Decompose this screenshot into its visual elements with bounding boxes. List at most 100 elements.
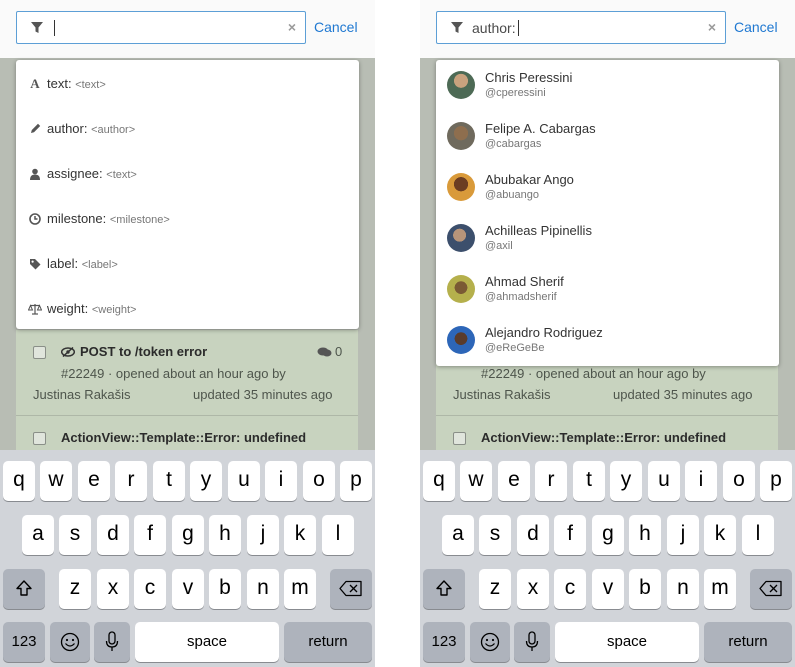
- key-w[interactable]: w: [40, 461, 72, 501]
- search-text: author:: [472, 20, 519, 36]
- cancel-button[interactable]: Cancel: [734, 19, 778, 35]
- key-c[interactable]: c: [554, 569, 586, 609]
- key-g[interactable]: g: [172, 515, 204, 555]
- text-icon: A: [30, 76, 40, 91]
- cancel-button[interactable]: Cancel: [314, 19, 358, 35]
- return-key[interactable]: return: [704, 622, 792, 662]
- key-n[interactable]: n: [247, 569, 279, 609]
- issue-title[interactable]: ActionView::Template::Error: undefined: [481, 430, 726, 445]
- hint-item[interactable]: label: <label>: [16, 241, 359, 286]
- numbers-key[interactable]: 123: [3, 622, 45, 662]
- key-h[interactable]: h: [209, 515, 241, 555]
- key-m[interactable]: m: [284, 569, 316, 609]
- key-i[interactable]: i: [265, 461, 297, 501]
- key-j[interactable]: j: [667, 515, 699, 555]
- tag-icon: [30, 259, 41, 270]
- key-l[interactable]: l: [742, 515, 774, 555]
- key-p[interactable]: p: [340, 461, 372, 501]
- key-b[interactable]: b: [629, 569, 661, 609]
- hint-item[interactable]: A text: <text>: [16, 61, 359, 106]
- key-r[interactable]: r: [115, 461, 147, 501]
- mic-key[interactable]: [94, 622, 130, 662]
- key-i[interactable]: i: [685, 461, 717, 501]
- key-k[interactable]: k: [284, 515, 316, 555]
- numbers-key[interactable]: 123: [423, 622, 465, 662]
- key-v[interactable]: v: [592, 569, 624, 609]
- backspace-key[interactable]: [750, 569, 792, 609]
- backspace-key[interactable]: [330, 569, 372, 609]
- key-o[interactable]: o: [303, 461, 335, 501]
- emoji-key[interactable]: [470, 622, 510, 662]
- key-x[interactable]: x: [517, 569, 549, 609]
- user-item[interactable]: Chris Peressini @cperessini: [436, 60, 779, 111]
- key-v[interactable]: v: [172, 569, 204, 609]
- key-a[interactable]: a: [442, 515, 474, 555]
- key-x[interactable]: x: [97, 569, 129, 609]
- key-g[interactable]: g: [592, 515, 624, 555]
- search-input[interactable]: author: ×: [436, 11, 726, 44]
- key-s[interactable]: s: [479, 515, 511, 555]
- filter-icon: [31, 22, 43, 33]
- key-p[interactable]: p: [760, 461, 792, 501]
- search-text: [52, 20, 55, 36]
- issue-checkbox[interactable]: [33, 432, 46, 445]
- issue-title[interactable]: POST to /token error: [80, 344, 207, 359]
- hint-item[interactable]: milestone: <milestone>: [16, 196, 359, 241]
- key-d[interactable]: d: [97, 515, 129, 555]
- key-f[interactable]: f: [554, 515, 586, 555]
- emoji-key[interactable]: [50, 622, 90, 662]
- issue-title[interactable]: ActionView::Template::Error: undefined: [61, 430, 306, 445]
- key-k[interactable]: k: [704, 515, 736, 555]
- user-item[interactable]: Achilleas Pipinellis @axil: [436, 213, 779, 264]
- key-f[interactable]: f: [134, 515, 166, 555]
- user-item[interactable]: Abubakar Ango @abuango: [436, 162, 779, 213]
- key-e[interactable]: e: [78, 461, 110, 501]
- key-z[interactable]: z: [59, 569, 91, 609]
- key-m[interactable]: m: [704, 569, 736, 609]
- return-key[interactable]: return: [284, 622, 372, 662]
- hint-item[interactable]: weight: <weight>: [16, 286, 359, 331]
- key-b[interactable]: b: [209, 569, 241, 609]
- key-w[interactable]: w: [460, 461, 492, 501]
- key-e[interactable]: e: [498, 461, 530, 501]
- hint-item[interactable]: author: <author>: [16, 106, 359, 151]
- key-s[interactable]: s: [59, 515, 91, 555]
- key-o[interactable]: o: [723, 461, 755, 501]
- key-r[interactable]: r: [535, 461, 567, 501]
- user-item[interactable]: Felipe A. Cabargas @cabargas: [436, 111, 779, 162]
- key-u[interactable]: u: [648, 461, 680, 501]
- issue-author[interactable]: Justinas Rakašis: [453, 387, 551, 402]
- shift-key[interactable]: [423, 569, 465, 609]
- key-j[interactable]: j: [247, 515, 279, 555]
- clock-icon: [29, 213, 41, 225]
- key-q[interactable]: q: [3, 461, 35, 501]
- hint-item[interactable]: assignee: <text>: [16, 151, 359, 196]
- issue-author[interactable]: Justinas Rakašis: [33, 387, 131, 402]
- key-y[interactable]: y: [610, 461, 642, 501]
- key-a[interactable]: a: [22, 515, 54, 555]
- key-h[interactable]: h: [629, 515, 661, 555]
- clear-icon[interactable]: ×: [288, 19, 296, 35]
- key-t[interactable]: t: [153, 461, 185, 501]
- space-key[interactable]: space: [555, 622, 699, 662]
- key-z[interactable]: z: [479, 569, 511, 609]
- key-q[interactable]: q: [423, 461, 455, 501]
- key-t[interactable]: t: [573, 461, 605, 501]
- user-item[interactable]: Ahmad Sherif @ahmadsherif: [436, 264, 779, 315]
- key-d[interactable]: d: [517, 515, 549, 555]
- key-c[interactable]: c: [134, 569, 166, 609]
- filter-hint-dropdown: A text: <text> author: <author> assignee…: [16, 60, 359, 329]
- key-y[interactable]: y: [190, 461, 222, 501]
- key-n[interactable]: n: [667, 569, 699, 609]
- key-l[interactable]: l: [322, 515, 354, 555]
- key-u[interactable]: u: [228, 461, 260, 501]
- search-input[interactable]: ×: [16, 11, 306, 44]
- user-name: Felipe A. Cabargas: [485, 121, 596, 136]
- user-item[interactable]: Alejandro Rodriguez @eReGeBe: [436, 315, 779, 366]
- clear-icon[interactable]: ×: [708, 19, 716, 35]
- space-key[interactable]: space: [135, 622, 279, 662]
- issue-checkbox[interactable]: [453, 432, 466, 445]
- issue-checkbox[interactable]: [33, 346, 46, 359]
- shift-key[interactable]: [3, 569, 45, 609]
- mic-key[interactable]: [514, 622, 550, 662]
